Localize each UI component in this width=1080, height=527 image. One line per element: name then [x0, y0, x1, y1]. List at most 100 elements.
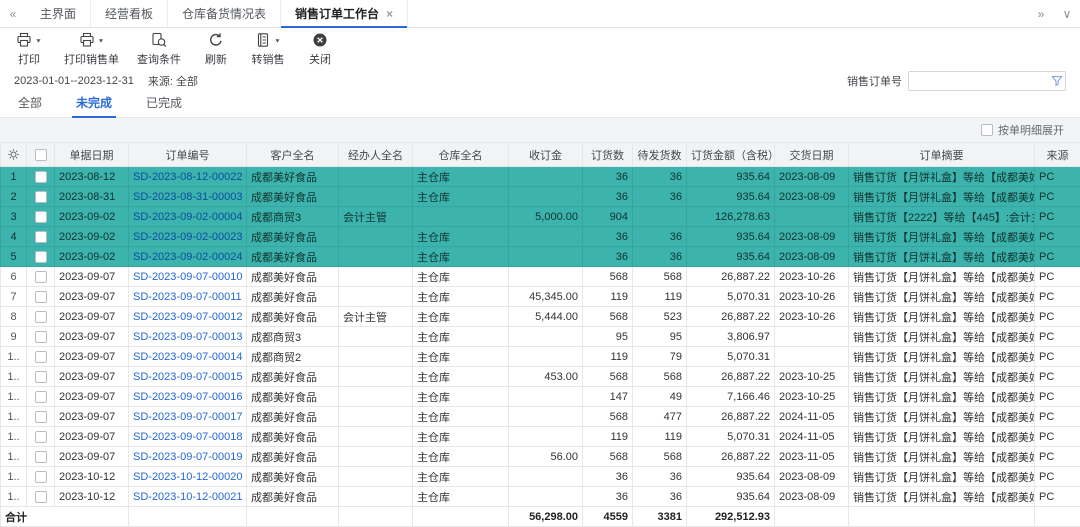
- row-select-cell[interactable]: [27, 467, 55, 487]
- order-no-cell[interactable]: SD-2023-09-07-00016: [129, 387, 247, 407]
- filter-funnel-icon[interactable]: [1049, 75, 1065, 87]
- print-button[interactable]: ▼ 打印: [12, 33, 46, 67]
- order-no-cell[interactable]: SD-2023-09-07-00017: [129, 407, 247, 427]
- row-checkbox[interactable]: [35, 171, 47, 183]
- row-select-cell[interactable]: [27, 487, 55, 507]
- row-select-cell[interactable]: [27, 327, 55, 347]
- row-checkbox[interactable]: [35, 291, 47, 303]
- row-select-cell[interactable]: [27, 307, 55, 327]
- dropdown-caret-icon[interactable]: ▼: [274, 38, 281, 44]
- order-no-link[interactable]: SD-2023-09-07-00014: [133, 351, 242, 363]
- order-no-cell[interactable]: SD-2023-09-07-00011: [129, 287, 247, 307]
- col-pending-qty[interactable]: 待发货数: [633, 143, 687, 167]
- order-no-link[interactable]: SD-2023-09-02-00024: [133, 251, 242, 263]
- table-row[interactable]: 32023-09-02SD-2023-09-02-00004成都商贸3会计主管5…: [1, 207, 1080, 227]
- order-no-cell[interactable]: SD-2023-08-31-00003: [129, 187, 247, 207]
- row-select-cell[interactable]: [27, 287, 55, 307]
- query-conditions-button[interactable]: 查询条件: [137, 33, 181, 67]
- row-checkbox[interactable]: [35, 451, 47, 463]
- row-checkbox[interactable]: [35, 471, 47, 483]
- row-checkbox[interactable]: [35, 371, 47, 383]
- row-select-cell[interactable]: [27, 207, 55, 227]
- row-select-cell[interactable]: [27, 447, 55, 467]
- order-no-link[interactable]: SD-2023-09-02-00023: [133, 231, 242, 243]
- select-all-cell[interactable]: [27, 143, 55, 167]
- order-no-filter-field[interactable]: [908, 71, 1066, 91]
- table-row[interactable]: 1..2023-10-12SD-2023-10-12-00020成都美好食品主仓…: [1, 467, 1080, 487]
- order-no-link[interactable]: SD-2023-10-12-00020: [133, 471, 242, 483]
- print-sales-order-button[interactable]: ▼ 打印销售单: [64, 33, 119, 67]
- order-no-link[interactable]: SD-2023-09-02-00004: [133, 211, 242, 223]
- order-no-link[interactable]: SD-2023-09-07-00019: [133, 451, 242, 463]
- row-select-cell[interactable]: [27, 347, 55, 367]
- row-checkbox[interactable]: [35, 491, 47, 503]
- table-row[interactable]: 1..2023-10-12SD-2023-10-12-00021成都美好食品主仓…: [1, 487, 1080, 507]
- tabs-scroll-right-icon[interactable]: »: [1028, 0, 1054, 27]
- row-checkbox[interactable]: [35, 311, 47, 323]
- row-checkbox[interactable]: [35, 431, 47, 443]
- refresh-button[interactable]: 刷新: [199, 33, 233, 67]
- order-no-cell[interactable]: SD-2023-09-07-00015: [129, 367, 247, 387]
- table-row[interactable]: 22023-08-31SD-2023-08-31-00003成都美好食品主仓库3…: [1, 187, 1080, 207]
- close-button[interactable]: 关闭: [303, 33, 337, 67]
- status-tab-all[interactable]: 全部: [14, 94, 46, 117]
- dropdown-caret-icon[interactable]: ▼: [98, 38, 105, 44]
- col-amount[interactable]: 订货金额（含税）: [687, 143, 775, 167]
- table-row[interactable]: 1..2023-09-07SD-2023-09-07-00016成都美好食品主仓…: [1, 387, 1080, 407]
- order-no-cell[interactable]: SD-2023-10-12-00020: [129, 467, 247, 487]
- table-row[interactable]: 1..2023-09-07SD-2023-09-07-00019成都美好食品主仓…: [1, 447, 1080, 467]
- convert-to-sale-button[interactable]: ▼ 转销售: [251, 33, 285, 67]
- table-row[interactable]: 12023-08-12SD-2023-08-12-00022成都美好食品主仓库3…: [1, 167, 1080, 187]
- table-row[interactable]: 62023-09-07SD-2023-09-07-00010成都美好食品主仓库5…: [1, 267, 1080, 287]
- row-select-cell[interactable]: [27, 227, 55, 247]
- order-no-link[interactable]: SD-2023-09-07-00013: [133, 331, 242, 343]
- table-row[interactable]: 1..2023-09-07SD-2023-09-07-00015成都美好食品主仓…: [1, 367, 1080, 387]
- order-no-cell[interactable]: SD-2023-09-02-00004: [129, 207, 247, 227]
- order-no-cell[interactable]: SD-2023-09-07-00010: [129, 267, 247, 287]
- table-row[interactable]: 1..2023-09-07SD-2023-09-07-00018成都美好食品主仓…: [1, 427, 1080, 447]
- row-select-cell[interactable]: [27, 267, 55, 287]
- tabs-list-caret-icon[interactable]: ∨: [1054, 0, 1080, 27]
- row-select-cell[interactable]: [27, 247, 55, 267]
- tab-warehouse-stock-report[interactable]: 仓库备货情况表: [168, 0, 281, 27]
- table-row[interactable]: 42023-09-02SD-2023-09-02-00023成都美好食品主仓库3…: [1, 227, 1080, 247]
- column-settings-cell[interactable]: [1, 143, 27, 167]
- status-tab-finished[interactable]: 已完成: [142, 94, 186, 117]
- order-no-link[interactable]: SD-2023-09-07-00011: [133, 291, 242, 303]
- col-summary[interactable]: 订单摘要: [849, 143, 1035, 167]
- col-delivery-date[interactable]: 交货日期: [775, 143, 849, 167]
- row-checkbox[interactable]: [35, 351, 47, 363]
- tabs-scroll-left-icon[interactable]: «: [0, 0, 26, 27]
- status-tab-unfinished[interactable]: 未完成: [72, 94, 116, 117]
- row-select-cell[interactable]: [27, 167, 55, 187]
- order-no-cell[interactable]: SD-2023-09-07-00018: [129, 427, 247, 447]
- table-row[interactable]: 92023-09-07SD-2023-09-07-00013成都商贸3主仓库95…: [1, 327, 1080, 347]
- col-qty[interactable]: 订货数: [583, 143, 633, 167]
- order-no-link[interactable]: SD-2023-09-07-00012: [133, 311, 242, 323]
- table-row[interactable]: 52023-09-02SD-2023-09-02-00024成都美好食品主仓库3…: [1, 247, 1080, 267]
- order-no-link[interactable]: SD-2023-09-07-00017: [133, 411, 242, 423]
- row-checkbox[interactable]: [35, 271, 47, 283]
- tab-main[interactable]: 主界面: [26, 0, 91, 27]
- order-no-cell[interactable]: SD-2023-09-02-00023: [129, 227, 247, 247]
- row-checkbox[interactable]: [35, 391, 47, 403]
- order-no-link[interactable]: SD-2023-09-07-00016: [133, 391, 242, 403]
- tab-sales-order-workbench[interactable]: 销售订单工作台 ×: [281, 0, 408, 27]
- row-checkbox[interactable]: [35, 211, 47, 223]
- row-select-cell[interactable]: [27, 187, 55, 207]
- gear-icon[interactable]: [1, 143, 26, 166]
- order-no-link[interactable]: SD-2023-09-07-00015: [133, 371, 242, 383]
- order-no-cell[interactable]: SD-2023-09-07-00014: [129, 347, 247, 367]
- order-no-input[interactable]: [909, 72, 1049, 90]
- table-row[interactable]: 72023-09-07SD-2023-09-07-00011成都美好食品主仓库4…: [1, 287, 1080, 307]
- row-checkbox[interactable]: [35, 231, 47, 243]
- table-row[interactable]: 82023-09-07SD-2023-09-07-00012成都美好食品会计主管…: [1, 307, 1080, 327]
- row-select-cell[interactable]: [27, 427, 55, 447]
- dropdown-caret-icon[interactable]: ▼: [35, 38, 42, 44]
- order-no-cell[interactable]: SD-2023-08-12-00022: [129, 167, 247, 187]
- row-select-cell[interactable]: [27, 387, 55, 407]
- col-source[interactable]: 来源: [1035, 143, 1080, 167]
- col-deposit[interactable]: 收订金: [509, 143, 583, 167]
- order-no-link[interactable]: SD-2023-09-07-00018: [133, 431, 242, 443]
- order-no-cell[interactable]: SD-2023-10-12-00021: [129, 487, 247, 507]
